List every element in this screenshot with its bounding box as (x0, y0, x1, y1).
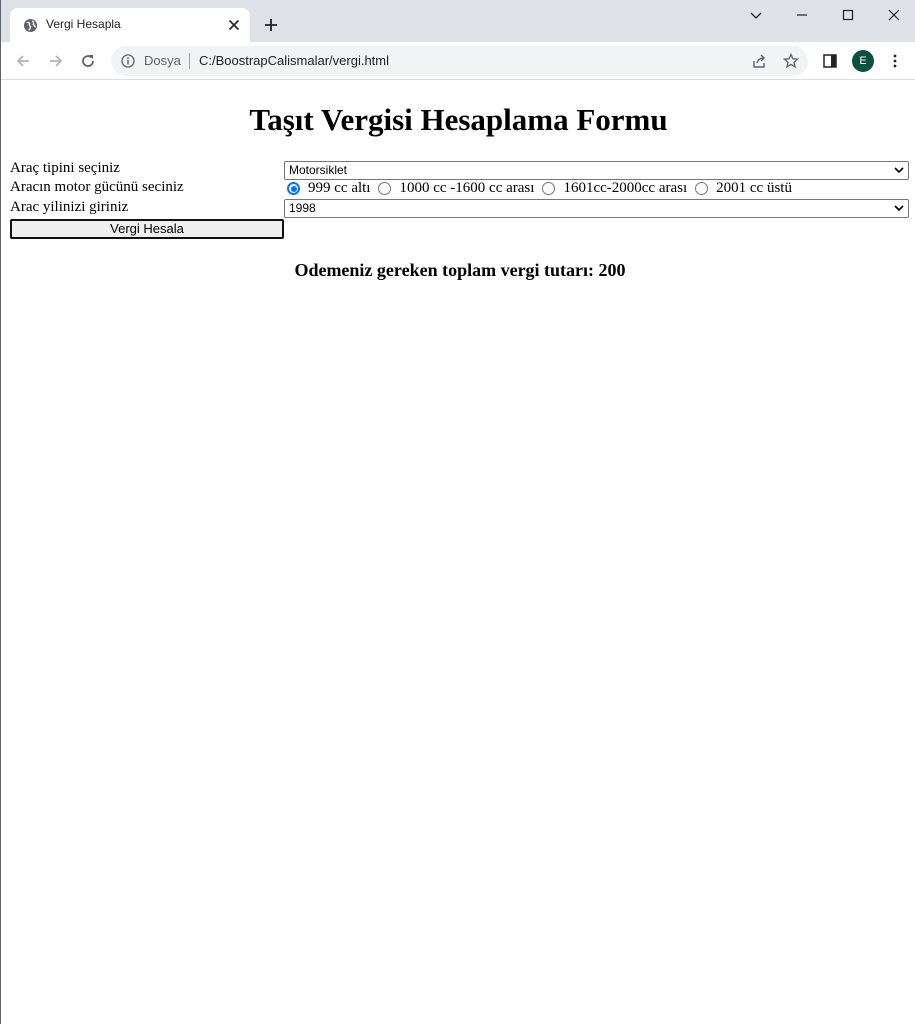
vehicle-year-label: Arac yilinizi giriniz (10, 199, 129, 215)
page-content: Taşıt Vergisi Hesaplama Formu Araç tipin… (1, 81, 915, 1024)
tab-search-chevron-icon[interactable] (749, 8, 763, 22)
engine-option-label: 2001 cc üstü (716, 180, 792, 196)
side-panel-icon[interactable] (822, 53, 838, 69)
tab-vergi-hesapla[interactable]: Vergi Hesapla (10, 8, 250, 42)
back-arrow-icon[interactable] (15, 53, 31, 69)
forward-arrow-icon[interactable] (48, 53, 64, 69)
engine-option-1[interactable]: 1000 cc -1600 cc arası (378, 180, 534, 197)
close-tab-icon[interactable] (228, 19, 240, 31)
browser-toolbar: Dosya C:/BoostrapCalismalar/vergi.html E (1, 42, 915, 80)
calculate-tax-button[interactable]: Vergi Hesala (10, 219, 284, 239)
engine-option-label: 999 cc altı (308, 180, 371, 196)
engine-option-label: 1601cc-2000cc arası (563, 180, 688, 196)
maximize-icon[interactable] (841, 8, 855, 22)
radio-button[interactable] (542, 182, 556, 195)
engine-option-label: 1000 cc -1600 cc arası (399, 180, 535, 196)
vehicle-type-value: Motorsiklet (289, 163, 348, 177)
close-window-icon[interactable] (887, 8, 901, 22)
engine-option-3[interactable]: 2001 cc üstü (695, 180, 792, 197)
radio-button[interactable] (695, 182, 709, 195)
vehicle-type-select[interactable]: Motorsiklet (284, 161, 909, 180)
menu-kebab-icon[interactable] (887, 53, 903, 69)
reload-icon[interactable] (80, 53, 96, 69)
url-scheme-label: Dosya (144, 53, 181, 68)
address-bar[interactable]: Dosya C:/BoostrapCalismalar/vergi.html (111, 46, 808, 76)
vehicle-type-label: Araç tipini seçiniz (10, 160, 120, 176)
profile-avatar[interactable]: E (852, 50, 874, 72)
tax-result-text: Odemeniz gereken toplam vergi tutarı: 20… (294, 260, 626, 280)
browser-window: Vergi Hesapla Dosya C:/BoostrapCalismala… (0, 0, 915, 1024)
engine-power-label: Aracın motor gücünü seciniz (10, 179, 184, 195)
page-title: Taşıt Vergisi Hesaplama Formu (249, 102, 668, 137)
url-separator (189, 53, 190, 69)
info-icon[interactable] (121, 54, 135, 68)
engine-option-0[interactable]: 999 cc altı (287, 180, 370, 197)
tab-title: Vergi Hesapla (46, 17, 121, 31)
chevron-down-icon (894, 205, 904, 212)
url-text[interactable]: C:/BoostrapCalismalar/vergi.html (199, 53, 389, 68)
radio-button[interactable] (378, 182, 392, 195)
minimize-icon[interactable] (795, 8, 809, 22)
tab-strip: Vergi Hesapla (1, 0, 915, 42)
globe-icon (23, 18, 38, 33)
vehicle-year-select[interactable]: 1998 (284, 199, 909, 218)
new-tab-icon[interactable] (263, 17, 279, 33)
star-icon[interactable] (783, 53, 799, 69)
radio-button-selected[interactable] (287, 182, 300, 195)
engine-option-2[interactable]: 1601cc-2000cc arası (542, 180, 687, 197)
share-icon[interactable] (751, 53, 767, 69)
vehicle-year-value: 1998 (289, 201, 316, 215)
engine-power-radio-group: 999 cc altı 1000 cc -1600 cc arası 1601c… (287, 180, 800, 197)
chevron-down-icon (894, 167, 904, 174)
